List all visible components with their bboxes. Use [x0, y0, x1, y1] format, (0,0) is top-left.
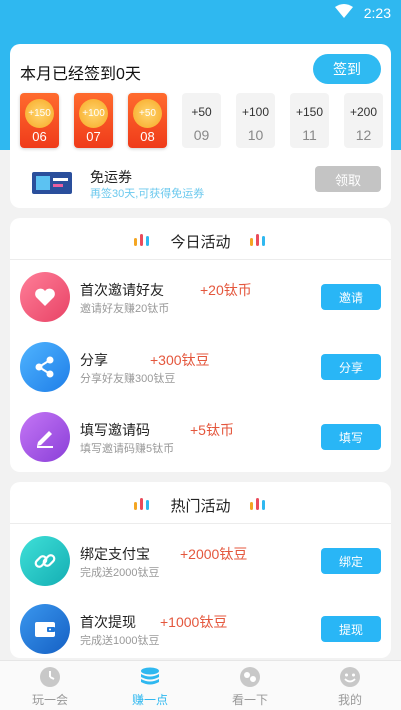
wallet-icon [20, 604, 70, 654]
day-number: 06 [32, 129, 47, 144]
activity-title: 分享 [80, 352, 108, 368]
fill-invite-code-button[interactable]: 填写 [321, 424, 381, 450]
checkin-button[interactable]: 签到 [313, 54, 381, 84]
invite-button[interactable]: 邀请 [321, 284, 381, 310]
tab-label: 看一下 [231, 693, 268, 707]
section-title: 今日活动 [170, 234, 231, 251]
decoration-icon [250, 498, 265, 510]
activity-reward: +5钛币 [190, 422, 234, 438]
activity-subtitle: 完成送2000钛豆 [80, 567, 160, 579]
day-number: 08 [140, 129, 155, 144]
heart-icon [20, 272, 70, 322]
coupon-icon [32, 172, 72, 194]
activity-subtitle: 完成送1000钛豆 [80, 635, 160, 647]
day-reward: +150 [295, 105, 324, 119]
activity-row: 首次提现 +1000钛豆 完成送1000钛豆 提现 [10, 596, 391, 662]
day-reward: +50 [191, 105, 212, 119]
share-button[interactable]: 分享 [321, 354, 381, 380]
tab-earn[interactable]: 赚一点 [100, 661, 200, 710]
activity-title: 首次提现 [80, 614, 136, 630]
activity-row: 首次邀请好友 +20钛币 邀请好友赚20钛币 邀请 [10, 264, 391, 330]
activity-reward: +20钛币 [200, 282, 252, 298]
wifi-icon [335, 4, 353, 18]
activity-title: 绑定支付宝 [80, 546, 150, 562]
clock-icon [40, 667, 60, 687]
activity-reward: +1000钛豆 [160, 614, 228, 630]
checkin-day: +50 09 [182, 93, 221, 148]
withdraw-button[interactable]: 提现 [321, 616, 381, 642]
day-number: 12 [355, 127, 372, 143]
decoration-icon [250, 234, 265, 246]
activity-row: 分享 +300钛豆 分享好友赚300钛豆 分享 [10, 334, 391, 400]
tab-profile[interactable]: 我的 [300, 661, 400, 710]
day-number: 11 [302, 127, 317, 143]
checkin-day: +200 12 [344, 93, 383, 148]
checkin-title: 本月已经签到0天 [20, 66, 141, 83]
day-reward: +100 [241, 105, 270, 119]
activity-title: 填写邀请码 [80, 422, 150, 438]
activity-subtitle: 填写邀请码赚5钛币 [80, 443, 175, 455]
bind-alipay-button[interactable]: 绑定 [321, 548, 381, 574]
tab-label: 我的 [337, 693, 362, 707]
status-bar: 2:23 [0, 0, 401, 26]
checkin-card: 本月已经签到0天 签到 +150 06 +100 07 +50 08 +50 0… [10, 44, 391, 208]
coin-icon: +50 [133, 99, 162, 128]
coupon-subtitle: 再签30天,可获得免运券 [90, 188, 205, 200]
tab-play[interactable]: 玩一会 [0, 661, 100, 710]
checkin-day: +100 07 [74, 93, 113, 148]
pen-icon [20, 412, 70, 462]
checkin-day: +100 10 [236, 93, 275, 148]
eye-icon [240, 667, 260, 687]
coin-icon: +100 [79, 99, 108, 128]
tab-label: 赚一点 [131, 693, 168, 707]
activity-row: 绑定支付宝 +2000钛豆 完成送2000钛豆 绑定 [10, 528, 391, 594]
bottom-tab-bar: 玩一会 赚一点 看一下 我的 [0, 660, 401, 710]
hot-activities-card: 热门活动 绑定支付宝 +2000钛豆 完成送2000钛豆 绑定 首次提现 +10… [10, 482, 391, 658]
checkin-day: +150 06 [20, 93, 59, 148]
checkin-day: +50 08 [128, 93, 167, 148]
section-header: 今日活动 [10, 218, 391, 260]
tab-label: 玩一会 [31, 693, 68, 707]
day-number: 09 [193, 127, 210, 143]
coupon-title: 免运券 [90, 169, 132, 185]
activity-subtitle: 分享好友赚300钛豆 [80, 373, 176, 385]
activity-title: 首次邀请好友 [80, 282, 164, 298]
activity-reward: +300钛豆 [150, 352, 210, 368]
day-reward: +200 [349, 105, 378, 119]
checkin-days: +150 06 +100 07 +50 08 +50 09 +100 10 +1… [20, 93, 385, 151]
today-activities-card: 今日活动 首次邀请好友 +20钛币 邀请好友赚20钛币 邀请 分享 +300钛豆 [10, 218, 391, 472]
smile-icon [340, 667, 360, 687]
claim-coupon-button[interactable]: 领取 [315, 166, 381, 192]
section-header: 热门活动 [10, 482, 391, 524]
activity-subtitle: 邀请好友赚20钛币 [80, 303, 170, 315]
link-icon [20, 536, 70, 586]
share-icon [20, 342, 70, 392]
day-number: 07 [86, 129, 101, 144]
activity-row: 填写邀请码 +5钛币 填写邀请码赚5钛币 填写 [10, 404, 391, 470]
section-title: 热门活动 [170, 498, 231, 515]
status-time: 2:23 [363, 5, 391, 21]
tab-watch[interactable]: 看一下 [200, 661, 300, 710]
day-number: 10 [247, 127, 264, 143]
checkin-day: +150 11 [290, 93, 329, 148]
coin-icon: +150 [25, 99, 54, 128]
coins-icon [141, 667, 159, 685]
activity-reward: +2000钛豆 [180, 546, 248, 562]
